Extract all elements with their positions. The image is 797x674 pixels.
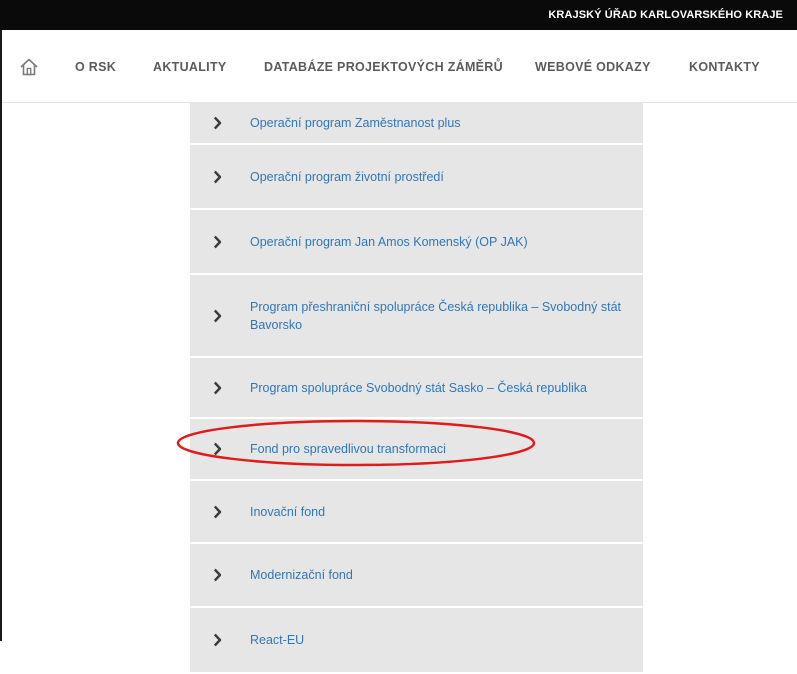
program-item-label: Inovační fond [250,504,326,519]
program-item-label: Program spolupráce Svobodný stát Sasko –… [250,380,587,395]
nav-item-webove-odkazy[interactable]: WEBOVÉ ODKAZY [535,60,651,74]
program-item[interactable]: Operační program životní prostředí [190,145,643,210]
chevron-right-icon [213,442,222,456]
chevron-right-icon [213,309,222,322]
program-item-label: Operační program životní prostředí [250,169,444,184]
main-navigation: O RSK AKTUALITY DATABÁZE PROJEKTOVÝCH ZÁ… [2,30,797,103]
home-icon[interactable] [19,57,39,77]
chevron-right-icon [213,381,222,394]
nav-item-databaze[interactable]: DATABÁZE PROJEKTOVÝCH ZÁMĚRŮ [264,60,503,74]
nav-item-kontakty[interactable]: KONTAKTY [689,60,760,74]
program-item[interactable]: Operační program Jan Amos Komenský (OP J… [190,210,643,275]
nav-item-aktuality[interactable]: AKTUALITY [153,60,227,74]
chevron-right-icon [213,116,222,129]
program-item[interactable]: Program spolupráce Svobodný stát Sasko –… [190,358,643,419]
program-list: Operační program Zaměstnanost plus Opera… [190,102,643,674]
left-edge-divider [0,30,2,641]
chevron-right-icon [213,505,222,518]
program-item-label: Operační program Zaměstnanost plus [250,115,461,130]
program-item-label: React-EU [250,633,305,647]
program-item[interactable]: Operační program Zaměstnanost plus [190,102,643,145]
program-item-label: Fond pro spravedlivou transformaci [250,442,446,456]
top-bar: KRAJSKÝ ÚŘAD KARLOVARSKÉHO KRAJE [0,0,797,30]
program-item[interactable]: Inovační fond [190,481,643,544]
program-item[interactable]: React-EU [190,608,643,674]
chevron-right-icon [213,235,222,248]
nav-item-o-rsk[interactable]: O RSK [75,60,116,74]
program-item[interactable]: Program přeshraniční spolupráce Česká re… [190,275,643,358]
program-item-label: Operační program Jan Amos Komenský (OP J… [250,234,528,249]
chevron-right-icon [213,568,222,582]
program-item-label: Modernizační fond [250,568,353,582]
office-title[interactable]: KRAJSKÝ ÚŘAD KARLOVARSKÉHO KRAJE [548,9,783,21]
program-item-highlighted[interactable]: Fond pro spravedlivou transformaci [190,419,643,481]
program-item-label: Program přeshraniční spolupráce Česká re… [250,299,622,332]
chevron-right-icon [213,170,222,183]
program-item[interactable]: Modernizační fond [190,544,643,608]
chevron-right-icon [213,633,222,647]
